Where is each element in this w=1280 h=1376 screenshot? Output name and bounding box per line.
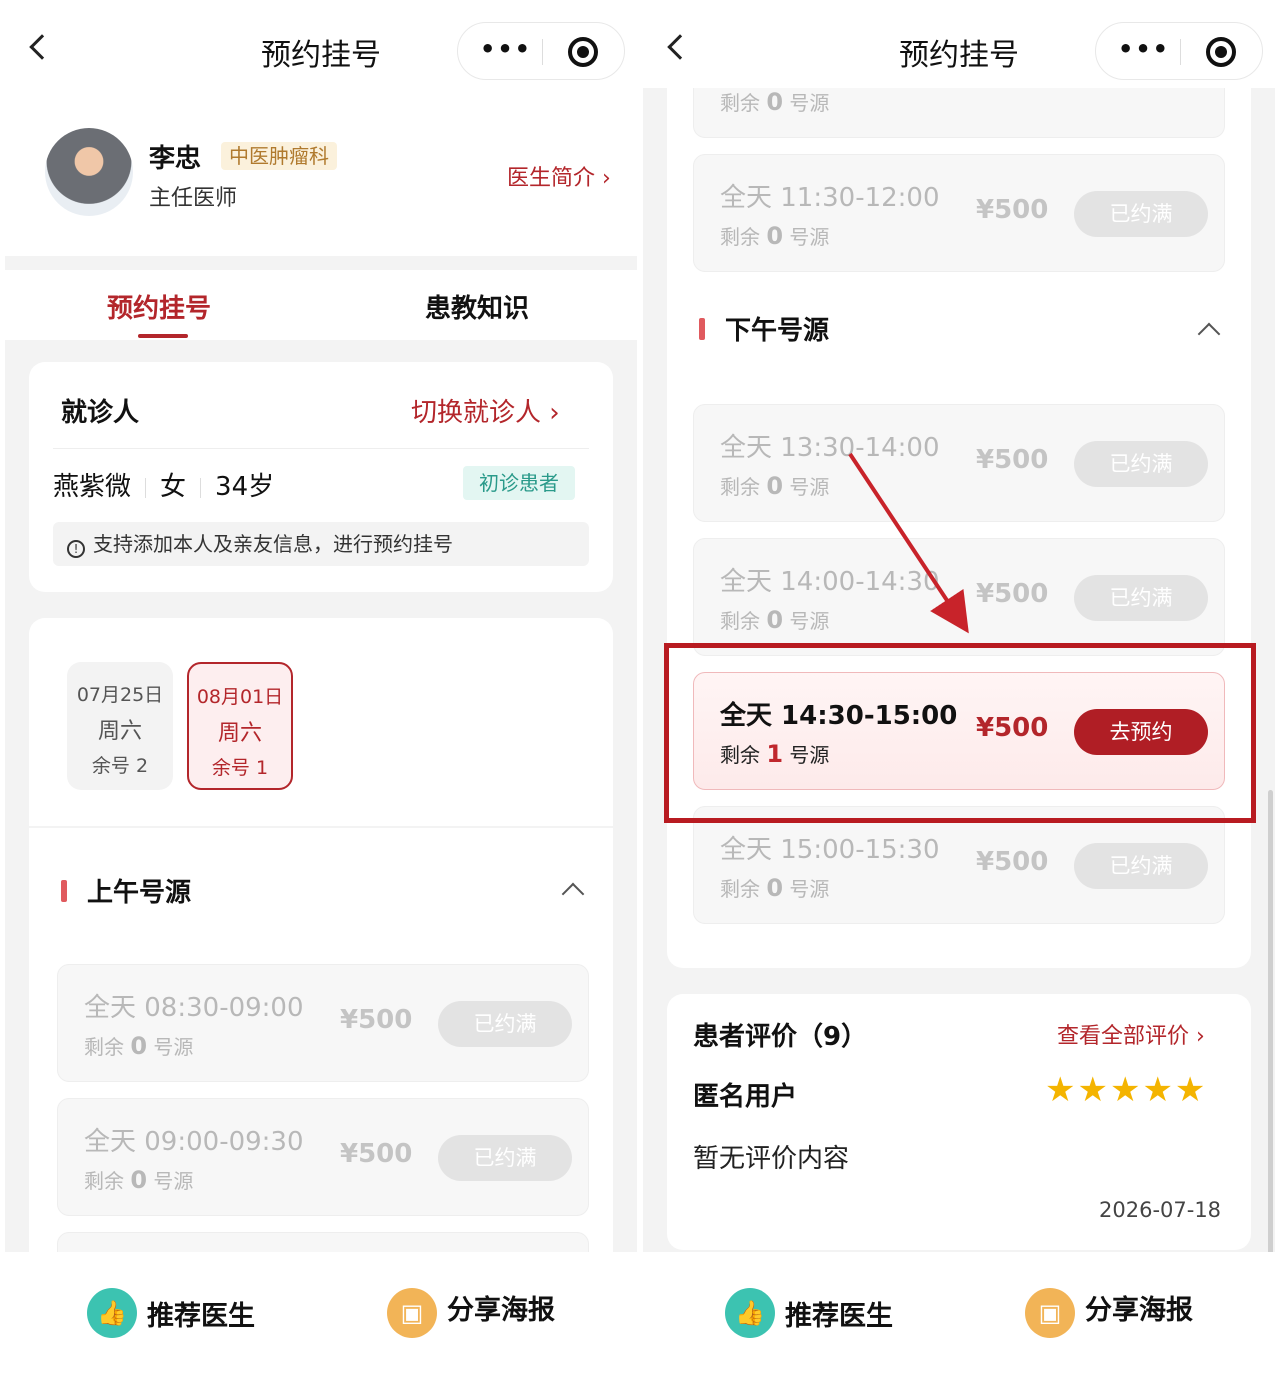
annotation-arrow-icon [848, 452, 969, 634]
